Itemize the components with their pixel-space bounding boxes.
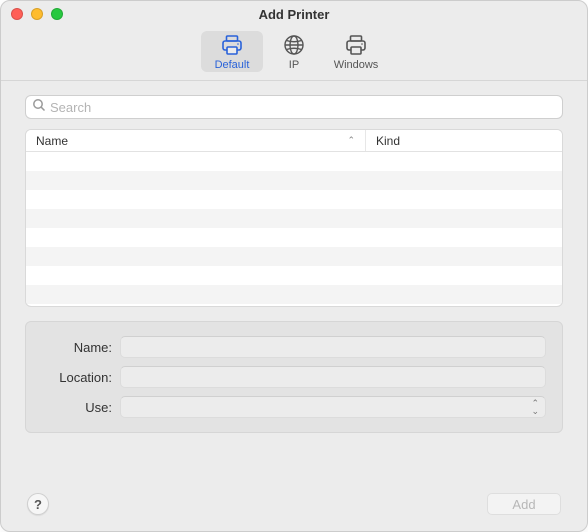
search-input[interactable] (50, 100, 556, 115)
location-field[interactable] (120, 366, 546, 388)
use-popup[interactable]: ⌃⌄ (120, 396, 546, 418)
window-title: Add Printer (259, 7, 330, 22)
zoom-icon[interactable] (51, 8, 63, 20)
column-header-name[interactable]: Name ⌃ (26, 130, 366, 151)
tab-windows-label: Windows (334, 59, 379, 71)
table-body (26, 152, 562, 306)
footer: ? Add (25, 493, 563, 517)
printer-icon (218, 33, 246, 57)
column-header-kind-label: Kind (376, 134, 400, 148)
table-row (26, 228, 562, 247)
toolbar: Default IP (1, 27, 587, 81)
table-header: Name ⌃ Kind (26, 130, 562, 152)
updown-chevron-icon: ⌃⌄ (531, 399, 539, 415)
table-row (26, 190, 562, 209)
tab-default[interactable]: Default (201, 31, 263, 72)
search-icon (32, 98, 46, 117)
table-row (26, 171, 562, 190)
table-row (26, 266, 562, 285)
printer-details-panel: Name: Location: Use: ⌃⌄ (25, 321, 563, 433)
minimize-icon[interactable] (31, 8, 43, 20)
name-label: Name: (34, 340, 112, 355)
printer-windows-icon (342, 33, 370, 57)
use-label: Use: (34, 400, 112, 415)
table-row (26, 152, 562, 171)
form-row-location: Location: (34, 366, 546, 388)
table-row (26, 285, 562, 304)
add-printer-window: Add Printer Default (0, 0, 588, 532)
form-row-use: Use: ⌃⌄ (34, 396, 546, 418)
globe-icon (280, 33, 308, 57)
tab-default-label: Default (215, 59, 250, 71)
printer-table: Name ⌃ Kind (25, 129, 563, 307)
content-area: Name ⌃ Kind Name: (1, 81, 587, 531)
sort-ascending-icon: ⌃ (347, 135, 355, 146)
search-field-wrap[interactable] (25, 95, 563, 119)
help-button[interactable]: ? (27, 493, 49, 515)
titlebar: Add Printer (1, 1, 587, 27)
column-header-name-label: Name (36, 134, 68, 148)
close-icon[interactable] (11, 8, 23, 20)
table-row (26, 209, 562, 228)
add-button: Add (487, 493, 561, 515)
window-controls (11, 8, 63, 20)
column-header-kind[interactable]: Kind (366, 130, 562, 151)
tab-ip-label: IP (289, 59, 299, 71)
tab-ip[interactable]: IP (263, 31, 325, 72)
tab-windows[interactable]: Windows (325, 31, 387, 72)
name-field[interactable] (120, 336, 546, 358)
form-row-name: Name: (34, 336, 546, 358)
table-row (26, 247, 562, 266)
location-label: Location: (34, 370, 112, 385)
